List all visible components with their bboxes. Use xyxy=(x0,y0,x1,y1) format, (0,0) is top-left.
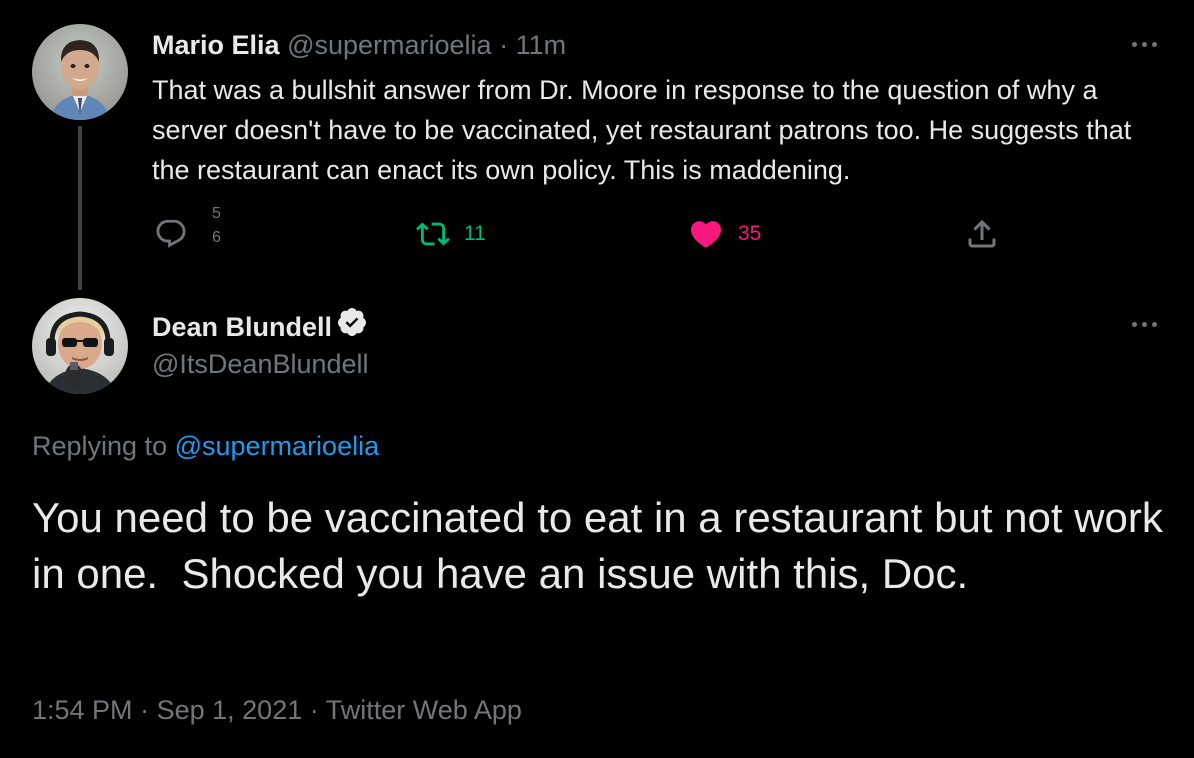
main-tweet-text: You need to be vaccinated to eat in a re… xyxy=(32,494,1175,597)
tweet-time[interactable]: 11m xyxy=(516,30,567,60)
reply-button[interactable] xyxy=(154,212,188,256)
author-handle[interactable]: @ItsDeanBlundell xyxy=(152,346,369,382)
tweet-metadata: 1:54 PM · Sep 1, 2021 · Twitter Web App xyxy=(32,690,522,730)
tweet-source: Twitter Web App xyxy=(325,695,522,725)
more-icon[interactable] xyxy=(1124,314,1164,334)
replying-prefix: Replying to xyxy=(32,431,168,461)
meta-separator: · xyxy=(309,695,319,725)
meta-separator: · xyxy=(140,695,150,725)
reply-icon xyxy=(156,219,186,248)
avatar[interactable] xyxy=(32,24,128,120)
retweet-button[interactable]: 11 xyxy=(416,212,486,256)
replying-to-handle-link[interactable]: @supermarioelia xyxy=(175,431,380,461)
parent-tweet[interactable]: Mario Elia @supermarioelia · 11m That wa… xyxy=(0,0,1194,290)
like-button[interactable]: 35 xyxy=(688,212,761,256)
thread-connector-line xyxy=(78,126,82,290)
replying-to-line: Replying to @supermarioelia xyxy=(32,428,379,464)
tweet-timestamp-time[interactable]: 1:54 PM xyxy=(32,695,133,725)
author-name[interactable]: Dean Blundell xyxy=(152,309,332,345)
avatar[interactable] xyxy=(32,298,128,394)
verified-badge-icon xyxy=(336,306,368,347)
retweet-count: 11 xyxy=(464,222,486,245)
tweet-timestamp-date[interactable]: Sep 1, 2021 xyxy=(157,695,303,725)
more-icon[interactable] xyxy=(1124,34,1164,54)
reply-count: 5 6 xyxy=(212,205,221,246)
author-name-row: Dean Blundell xyxy=(152,306,368,347)
author-handle[interactable]: @supermarioelia xyxy=(287,30,492,60)
heart-icon xyxy=(690,221,722,248)
parent-tweet-header: Mario Elia @supermarioelia · 11m xyxy=(152,28,566,62)
author-name[interactable]: Mario Elia xyxy=(152,30,280,60)
share-icon xyxy=(968,219,996,248)
parent-tweet-text: That was a bullshit answer from Dr. Moor… xyxy=(152,75,1132,185)
share-button[interactable] xyxy=(964,212,1000,256)
header-separator: · xyxy=(499,30,509,60)
like-count: 35 xyxy=(738,222,762,245)
retweet-icon xyxy=(416,222,450,246)
